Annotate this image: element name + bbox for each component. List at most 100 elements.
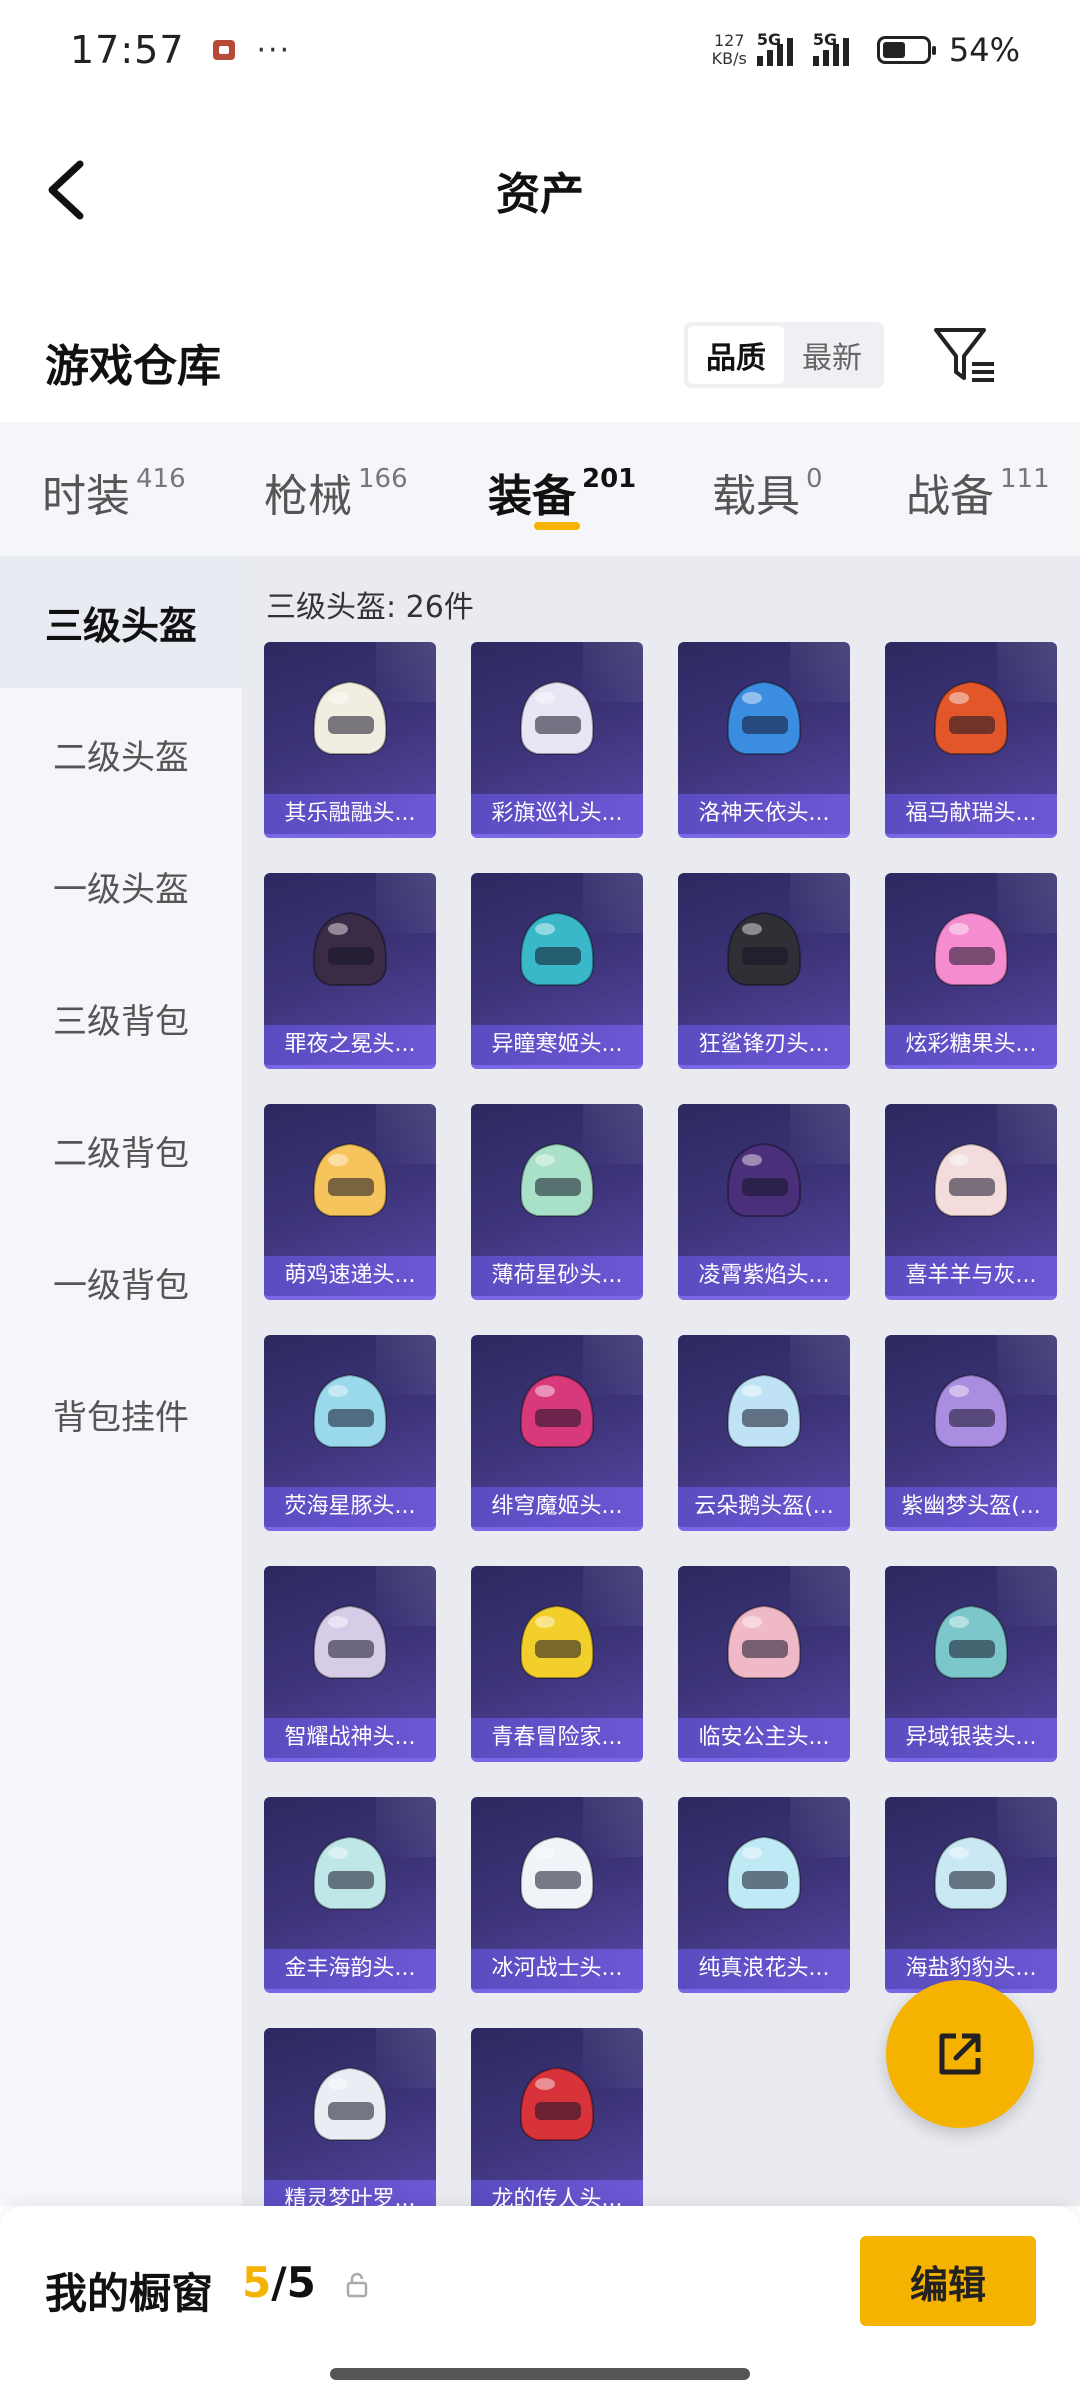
helmet-icon (726, 1835, 802, 1910)
item-name: 福马献瑞头... (885, 794, 1057, 834)
battery-icon (876, 36, 936, 64)
item-name: 薄荷星砂头... (471, 1256, 643, 1296)
item-card[interactable]: 荧海星豚头... (264, 1335, 436, 1531)
item-name: 喜羊羊与灰... (885, 1256, 1057, 1296)
item-card[interactable]: 精灵梦叶罗... (264, 2028, 436, 2206)
more-notifications-icon: ··· (256, 32, 292, 68)
helmet-icon (519, 1142, 595, 1217)
helmet-icon (312, 1604, 388, 1679)
item-card[interactable]: 紫幽梦头盔(... (885, 1335, 1057, 1531)
helmet-icon (312, 1835, 388, 1910)
signal-icon: 5G (756, 30, 803, 66)
subcategory-sidebar: 三级头盔 二级头盔 一级头盔 三级背包 二级背包 一级背包 背包挂件 (0, 556, 242, 2206)
item-list-panel[interactable]: 三级头盔: 26件 其乐融融头... 彩旗巡礼头... 洛神天依头... 福马献瑞头.… (242, 556, 1080, 2206)
top-nav: 资产 (0, 120, 1080, 260)
item-card[interactable]: 青春冒险家... (471, 1566, 643, 1762)
helmet-icon (726, 1142, 802, 1217)
item-card[interactable]: 异瞳寒姬头... (471, 873, 643, 1069)
status-indicators: 127 KB/s 5G 5G 54% (712, 30, 1020, 69)
status-bar: 17:57 ··· 127 KB/s 5G 5G 54% (0, 0, 1080, 100)
helmet-icon (726, 1604, 802, 1679)
item-card[interactable]: 喜羊羊与灰... (885, 1104, 1057, 1300)
item-card[interactable]: 洛神天依头... (678, 642, 850, 838)
tab-equipment[interactable]: 装备 201 (488, 460, 636, 524)
item-card[interactable]: 云朵鹅头盔(... (678, 1335, 850, 1531)
sort-option-quality[interactable]: 品质 (688, 326, 784, 384)
helmet-icon (933, 1835, 1009, 1910)
signal-type-label: 5G (756, 30, 782, 49)
tab-vehicles[interactable]: 载具 0 (712, 460, 823, 524)
item-card[interactable]: 萌鸡速递头... (264, 1104, 436, 1300)
sidebar-item-level2-helmet[interactable]: 二级头盔 (0, 688, 242, 820)
item-card[interactable]: 薄荷星砂头... (471, 1104, 643, 1300)
tab-count: 416 (136, 464, 186, 494)
item-card[interactable]: 福马献瑞头... (885, 642, 1057, 838)
warehouse-title: 游戏仓库 (45, 341, 221, 392)
filter-icon (934, 328, 994, 382)
sidebar-item-level1-backpack[interactable]: 一级背包 (0, 1216, 242, 1348)
network-speed-value: 127 (714, 31, 745, 50)
tab-firearms[interactable]: 枪械 166 (264, 460, 408, 524)
battery-percentage: 54% (948, 31, 1020, 69)
item-card[interactable]: 纯真浪花头... (678, 1797, 850, 1993)
tab-label: 枪械 (264, 471, 352, 522)
item-card[interactable]: 临安公主头... (678, 1566, 850, 1762)
category-tabs: 时装 416 枪械 166 装备 201 载具 0 战备 111 (0, 422, 1080, 556)
item-name: 纯真浪花头... (678, 1949, 850, 1989)
sidebar-item-backpack-charm[interactable]: 背包挂件 (0, 1348, 242, 1480)
item-card[interactable]: 罪夜之冕头... (264, 873, 436, 1069)
item-name: 云朵鹅头盔(... (678, 1487, 850, 1527)
item-card[interactable]: 金丰海韵头... (264, 1797, 436, 1993)
showcase-used: 5 (242, 2258, 272, 2307)
edit-button[interactable]: 编辑 (860, 2236, 1036, 2326)
sidebar-item-level1-helmet[interactable]: 一级头盔 (0, 820, 242, 952)
item-name: 狂鲨锋刃头... (678, 1025, 850, 1065)
sort-option-newest[interactable]: 最新 (784, 326, 880, 384)
share-icon (939, 2033, 981, 2075)
tab-label: 载具 (712, 471, 800, 522)
item-card[interactable]: 狂鲨锋刃头... (678, 873, 850, 1069)
item-card[interactable]: 炫彩糖果头... (885, 873, 1057, 1069)
tab-label: 时装 (42, 471, 130, 522)
helmet-icon (519, 911, 595, 986)
helmet-icon (933, 911, 1009, 986)
sidebar-item-level3-backpack[interactable]: 三级背包 (0, 952, 242, 1084)
item-name: 异域银装头... (885, 1718, 1057, 1758)
item-name: 龙的传人头... (471, 2180, 643, 2206)
tab-fashion[interactable]: 时装 416 (42, 460, 186, 524)
sidebar-item-level3-helmet[interactable]: 三级头盔 (0, 556, 242, 688)
tab-count: 111 (1000, 464, 1050, 494)
section-title: 三级头盔: 26件 (266, 590, 474, 625)
item-card[interactable]: 智耀战神头... (264, 1566, 436, 1762)
item-card[interactable]: 凌霄紫焰头... (678, 1104, 850, 1300)
item-name: 临安公主头... (678, 1718, 850, 1758)
tab-count: 166 (358, 464, 408, 494)
item-card[interactable]: 彩旗巡礼头... (471, 642, 643, 838)
share-button[interactable] (886, 1980, 1034, 2128)
helmet-icon (933, 1142, 1009, 1217)
helmet-icon (519, 1373, 595, 1448)
tab-supplies[interactable]: 战备 111 (906, 460, 1050, 524)
item-card[interactable]: 其乐融融头... (264, 642, 436, 838)
home-indicator[interactable] (330, 2368, 750, 2380)
item-name: 凌霄紫焰头... (678, 1256, 850, 1296)
warehouse-header: 游戏仓库 品质 最新 (0, 300, 1080, 420)
lock-icon (346, 2272, 368, 2298)
helmet-icon (519, 1835, 595, 1910)
helmet-icon (519, 680, 595, 755)
item-name: 绯穹魔姬头... (471, 1487, 643, 1527)
status-time: 17:57 (70, 28, 185, 72)
item-card[interactable]: 绯穹魔姬头... (471, 1335, 643, 1531)
helmet-icon (519, 2066, 595, 2141)
helmet-icon (726, 911, 802, 986)
tab-count: 0 (806, 464, 823, 494)
filter-button[interactable] (930, 320, 1000, 390)
showcase-label: 我的橱窗 (45, 2269, 214, 2318)
item-name: 冰河战士头... (471, 1949, 643, 1989)
item-card[interactable]: 龙的传人头... (471, 2028, 643, 2206)
item-card[interactable]: 异域银装头... (885, 1566, 1057, 1762)
showcase-total: 5 (286, 2258, 316, 2307)
sidebar-item-level2-backpack[interactable]: 二级背包 (0, 1084, 242, 1216)
item-card[interactable]: 海盐豹豹头... (885, 1797, 1057, 1993)
item-card[interactable]: 冰河战士头... (471, 1797, 643, 1993)
